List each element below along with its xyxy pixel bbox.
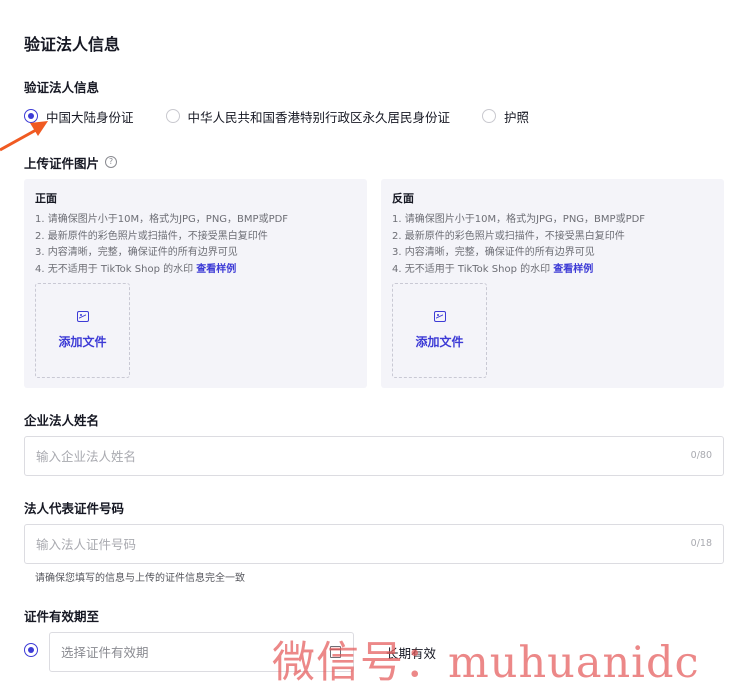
- legal-name-field: 0/80: [24, 436, 724, 476]
- radio-hk-permanent-id[interactable]: 中华人民共和国香港特别行政区永久居民身份证: [165, 107, 451, 126]
- radio-label: 中华人民共和国香港特别行政区永久居民身份证: [187, 109, 451, 125]
- watermark: 微信号：muhuanidc: [272, 638, 700, 688]
- add-file-dropzone[interactable]: 添加文件: [35, 283, 130, 378]
- page-title: 验证法人信息: [24, 35, 121, 54]
- id-number-hint: 请确保您填写的信息与上传的证件信息完全一致: [35, 573, 245, 584]
- card-rule: 4. 无不适用于 TikTok Shop 的水印: [392, 263, 551, 275]
- card-rule: 2. 最新原件的彩色照片或扫描件，不接受黑白复印件: [392, 230, 625, 242]
- card-rule: 3. 内容清晰，完整，确保证件的所有边界可见: [35, 247, 238, 258]
- card-rule: 4. 无不适用于 TikTok Shop 的水印: [35, 263, 194, 275]
- id-number-label: 法人代表证件号码: [24, 501, 125, 516]
- upload-label: 上传证件图片: [24, 156, 100, 171]
- card-rule: 1. 请确保图片小于10M，格式为JPG，PNG，BMP或PDF: [392, 214, 646, 225]
- legal-name-input[interactable]: [25, 437, 665, 475]
- card-rule-row: 4. 无不适用于 TikTok Shop 的水印 查看样例: [35, 262, 356, 279]
- id-type-label: 验证法人信息: [24, 80, 100, 95]
- validity-label: 证件有效期至: [24, 609, 100, 624]
- id-number-field: 0/18: [24, 524, 724, 564]
- question-circle-icon[interactable]: ?: [105, 156, 117, 168]
- image-icon: [77, 311, 89, 322]
- validity-date-input[interactable]: [50, 633, 310, 671]
- view-sample-link[interactable]: 查看样例: [196, 264, 236, 275]
- legal-name-label: 企业法人姓名: [24, 413, 100, 428]
- id-type-radio-group: 中国大陆身份证 中华人民共和国香港特别行政区永久居民身份证 护照: [24, 106, 561, 126]
- char-counter: 0/80: [690, 450, 712, 461]
- char-counter: 0/18: [690, 538, 712, 549]
- image-icon: [434, 311, 446, 322]
- radio-specific-date[interactable]: [24, 643, 38, 657]
- add-file-dropzone[interactable]: 添加文件: [392, 283, 487, 378]
- card-rule: 3. 内容清晰，完整，确保证件的所有边界可见: [392, 247, 595, 258]
- card-title: 正面: [35, 192, 57, 205]
- add-file-label: 添加文件: [415, 335, 464, 349]
- radio-unchecked-icon[interactable]: [482, 109, 497, 123]
- id-number-input[interactable]: [25, 525, 665, 563]
- card-rule-row: 4. 无不适用于 TikTok Shop 的水印 查看样例: [392, 262, 713, 279]
- card-rule: 2. 最新原件的彩色照片或扫描件，不接受黑白复印件: [35, 230, 268, 242]
- view-sample-link[interactable]: 查看样例: [553, 264, 593, 275]
- card-rule: 1. 请确保图片小于10M，格式为JPG，PNG，BMP或PDF: [35, 214, 289, 225]
- radio-unchecked-icon[interactable]: [165, 109, 180, 123]
- upload-card-front: 正面 1. 请确保图片小于10M，格式为JPG，PNG，BMP或PDF 2. 最…: [24, 179, 367, 388]
- add-file-label: 添加文件: [58, 335, 107, 349]
- annotation-arrow-icon: [0, 121, 48, 152]
- radio-passport[interactable]: 护照: [482, 107, 529, 126]
- radio-label: 护照: [504, 109, 530, 125]
- card-title: 反面: [392, 192, 414, 205]
- upload-card-back: 反面 1. 请确保图片小于10M，格式为JPG，PNG，BMP或PDF 2. 最…: [381, 179, 724, 388]
